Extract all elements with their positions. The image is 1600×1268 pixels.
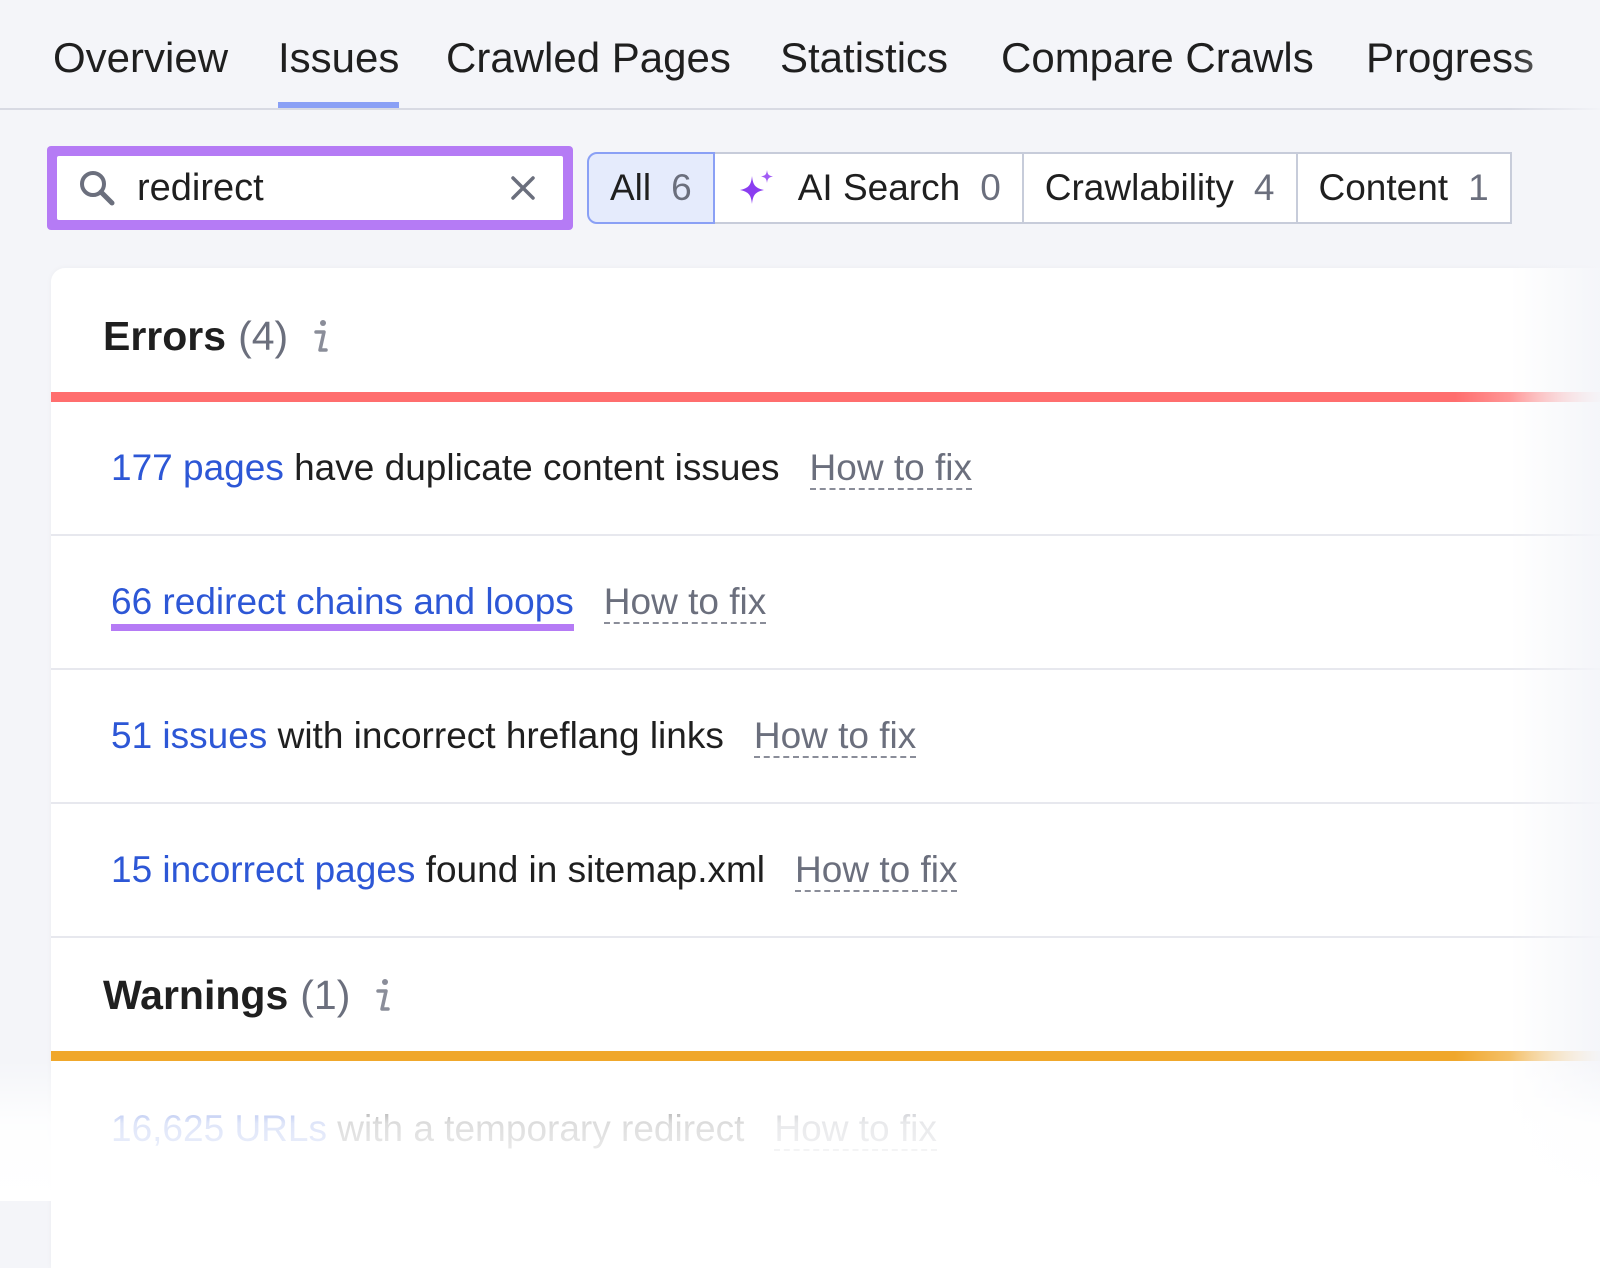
issue-link[interactable]: 177 pages bbox=[111, 447, 284, 488]
issue-description: have duplicate content issues bbox=[283, 447, 780, 488]
issue-description: found in sitemap.xml bbox=[415, 849, 766, 890]
filter-content[interactable]: Content 1 bbox=[1297, 152, 1512, 224]
search-highlight-frame bbox=[47, 146, 573, 230]
filter-chips: All 6 AI Search 0 Crawlability 4 Content… bbox=[587, 152, 1512, 224]
warnings-severity-bar bbox=[51, 1051, 1600, 1061]
errors-severity-bar bbox=[51, 392, 1600, 402]
issue-description: with incorrect hreflang links bbox=[267, 715, 724, 756]
close-icon[interactable] bbox=[509, 174, 537, 202]
issue-text: 16,625 URLs with a temporary redirect How… bbox=[111, 1107, 937, 1151]
info-icon[interactable] bbox=[372, 975, 394, 1015]
search-box bbox=[57, 156, 563, 220]
search-input[interactable] bbox=[137, 156, 487, 220]
issue-description: with a temporary redirect bbox=[326, 1108, 745, 1149]
error-row: 66 redirect chains and loops How to fix bbox=[51, 536, 1600, 670]
tab-statistics[interactable]: Statistics bbox=[780, 34, 948, 82]
search-icon bbox=[80, 171, 115, 206]
tab-crawled-pages[interactable]: Crawled Pages bbox=[446, 34, 731, 82]
filter-all[interactable]: All 6 bbox=[587, 152, 715, 224]
error-row: 177 pages have duplicate content issues H… bbox=[51, 402, 1600, 536]
errors-header: Errors (4) bbox=[103, 312, 332, 360]
filter-label: Crawlability bbox=[1044, 167, 1234, 208]
tab-progress[interactable]: Progress bbox=[1366, 34, 1534, 82]
filter-crawlability[interactable]: Crawlability 4 bbox=[1023, 152, 1298, 224]
issue-link[interactable]: 16,625 URLs bbox=[111, 1108, 327, 1149]
filter-ai-search[interactable]: AI Search 0 bbox=[714, 152, 1024, 224]
warnings-header: Warnings (1) bbox=[103, 971, 394, 1019]
warning-row: 16,625 URLs with a temporary redirect How… bbox=[51, 1061, 1600, 1195]
errors-count: (4) bbox=[238, 313, 289, 359]
sparkle-icon bbox=[739, 170, 773, 204]
issue-text: 15 incorrect pages found in sitemap.xml H… bbox=[111, 848, 958, 892]
filter-count: 1 bbox=[1468, 167, 1489, 208]
issue-text: 66 redirect chains and loops How to fix bbox=[111, 580, 767, 631]
how-to-fix-link[interactable]: How to fix bbox=[809, 447, 972, 490]
error-row: 15 incorrect pages found in sitemap.xml H… bbox=[51, 804, 1600, 938]
how-to-fix-link[interactable]: How to fix bbox=[795, 849, 958, 892]
filter-label: Content bbox=[1318, 167, 1449, 208]
issue-text: 177 pages have duplicate content issues H… bbox=[111, 446, 972, 490]
issues-card: Errors (4) 177 pages have duplicate cont… bbox=[51, 268, 1600, 1268]
how-to-fix-link[interactable]: How to fix bbox=[753, 715, 917, 758]
filter-count: 6 bbox=[671, 167, 692, 208]
info-icon[interactable] bbox=[310, 316, 332, 356]
issue-link[interactable]: 51 issues bbox=[111, 715, 267, 756]
error-row: 51 issues with incorrect hreflang links H… bbox=[51, 670, 1600, 804]
how-to-fix-link[interactable]: How to fix bbox=[774, 1108, 937, 1151]
tab-overview[interactable]: Overview bbox=[53, 34, 228, 82]
tab-compare-crawls[interactable]: Compare Crawls bbox=[1001, 34, 1314, 82]
filter-label: All bbox=[610, 167, 652, 208]
filter-label: AI Search bbox=[797, 167, 961, 208]
how-to-fix-link[interactable]: How to fix bbox=[603, 581, 767, 624]
issue-link-highlighted[interactable]: 66 redirect chains and loops bbox=[111, 582, 574, 631]
warnings-title: Warnings bbox=[103, 972, 289, 1018]
warnings-count: (1) bbox=[300, 972, 351, 1018]
tab-issues[interactable]: Issues bbox=[278, 34, 400, 108]
tab-bar: Overview Issues Crawled Pages Statistics… bbox=[0, 0, 1600, 110]
errors-title: Errors bbox=[103, 313, 227, 359]
filter-count: 4 bbox=[1253, 167, 1275, 208]
filter-count: 0 bbox=[980, 167, 1001, 208]
issue-link[interactable]: 15 incorrect pages bbox=[111, 849, 415, 890]
issue-text: 51 issues with incorrect hreflang links H… bbox=[111, 714, 917, 758]
